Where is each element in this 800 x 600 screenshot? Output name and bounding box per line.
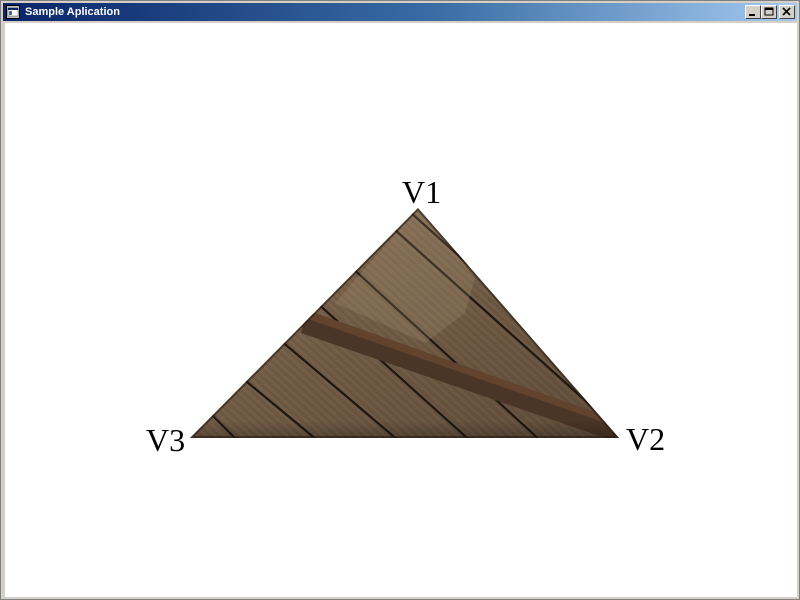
window-controls (745, 5, 795, 19)
close-icon (782, 7, 791, 16)
vertex-label-v2: V2 (626, 421, 665, 457)
application-window: Sample Aplication V1 V2 V3 (0, 0, 800, 600)
maximize-icon (764, 7, 774, 16)
scene-canvas: V1 V2 V3 (146, 174, 665, 458)
title-bar[interactable]: Sample Aplication (3, 3, 797, 21)
window-title: Sample Aplication (25, 6, 120, 18)
render-viewport[interactable]: V1 V2 V3 (5, 23, 797, 597)
app-window-icon[interactable] (6, 5, 20, 19)
textured-triangle (190, 208, 619, 438)
minimize-button[interactable] (745, 5, 761, 19)
vertex-label-v1: V1 (402, 174, 441, 210)
minimize-icon (749, 14, 755, 16)
maximize-button[interactable] (761, 5, 777, 19)
close-button[interactable] (779, 5, 795, 19)
vertex-label-v3: V3 (146, 422, 185, 458)
